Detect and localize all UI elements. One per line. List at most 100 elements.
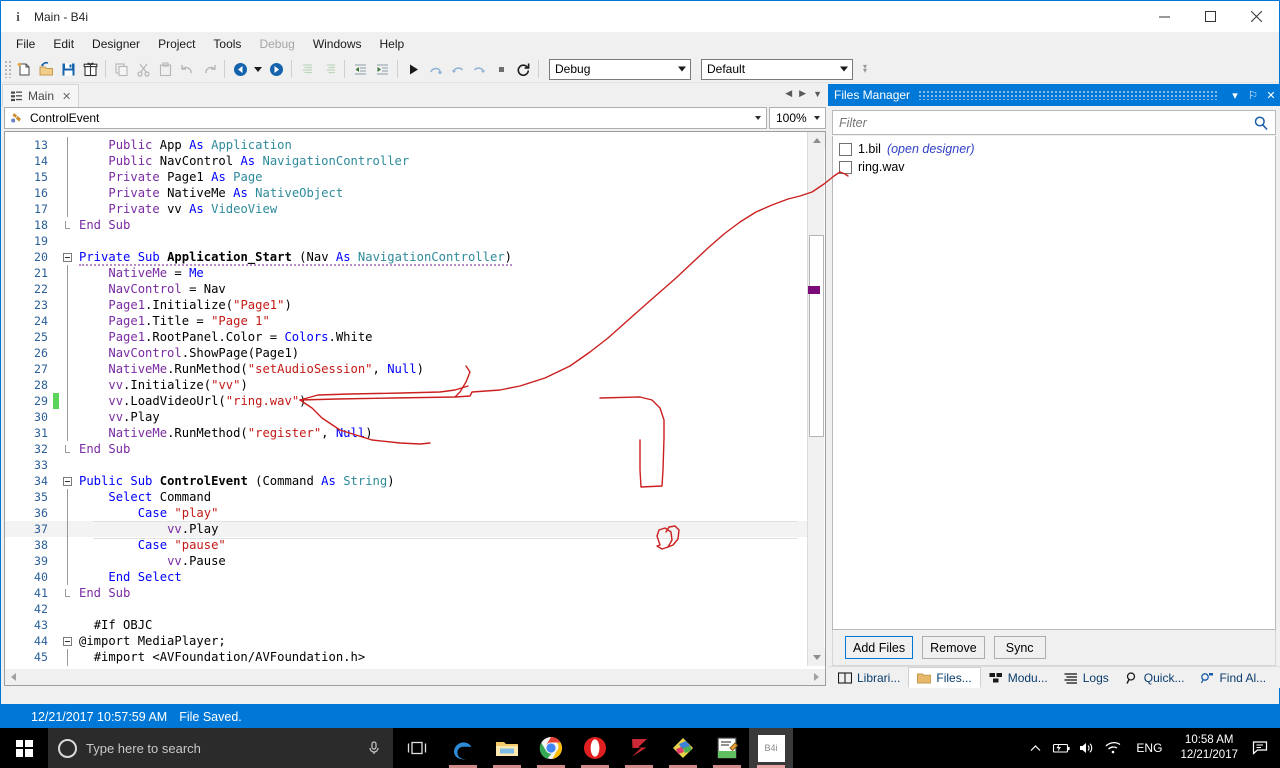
action-center-icon[interactable] bbox=[1246, 728, 1276, 768]
sync-button[interactable]: Sync bbox=[994, 636, 1046, 659]
new-file-icon[interactable] bbox=[13, 58, 35, 80]
clock[interactable]: 10:58 AM 12/21/2017 bbox=[1172, 733, 1246, 763]
zoom-select[interactable]: 100% bbox=[769, 107, 826, 129]
panel-drag-handle[interactable] bbox=[918, 90, 1218, 100]
code-line[interactable]: 19 bbox=[5, 233, 807, 249]
tab-main[interactable]: Main ✕ bbox=[2, 84, 79, 107]
code-line[interactable]: 20Private Sub Application_Start (Nav As … bbox=[5, 249, 807, 265]
code-line[interactable]: 14 Public NavControl As NavigationContro… bbox=[5, 153, 807, 169]
code-editor[interactable]: 13 Public App As Application14 Public Na… bbox=[4, 131, 826, 684]
search-icon[interactable] bbox=[1253, 115, 1269, 131]
menu-designer[interactable]: Designer bbox=[83, 34, 149, 54]
open-designer-link[interactable]: (open designer) bbox=[887, 142, 975, 156]
dock-tab-find-all[interactable]: Find Al... bbox=[1192, 667, 1274, 688]
toolbar-overflow-button[interactable]: ▾▾ bbox=[863, 65, 867, 73]
code-line[interactable]: 46 #import <AudioToolbox/AudioToolbox.h> bbox=[5, 665, 807, 666]
code-line[interactable]: 21 NativeMe = Me bbox=[5, 265, 807, 281]
pin-icon[interactable]: ⚐ bbox=[1244, 84, 1262, 106]
scroll-right-button[interactable] bbox=[808, 670, 825, 685]
code-line[interactable]: 28 vv.Initialize("vv") bbox=[5, 377, 807, 393]
file-list-item[interactable]: 1.bil(open designer) bbox=[833, 140, 1275, 158]
volume-icon[interactable] bbox=[1074, 728, 1100, 768]
tab-list-button[interactable]: ▼ bbox=[813, 89, 822, 99]
b4i-icon[interactable]: B4i bbox=[749, 728, 793, 768]
code-line[interactable]: 26 NavControl.ShowPage(Page1) bbox=[5, 345, 807, 361]
menu-project[interactable]: Project bbox=[149, 34, 204, 54]
code-line[interactable]: 41End Sub bbox=[5, 585, 807, 601]
zotero-icon[interactable] bbox=[617, 728, 661, 768]
open-folder-icon[interactable] bbox=[35, 58, 57, 80]
menu-file[interactable]: File bbox=[7, 34, 44, 54]
panel-close-button[interactable]: ✕ bbox=[1262, 84, 1280, 106]
opera-icon[interactable] bbox=[573, 728, 617, 768]
code-line[interactable]: 24 Page1.Title = "Page 1" bbox=[5, 313, 807, 329]
restart-icon[interactable] bbox=[512, 58, 534, 80]
code-line[interactable]: 30 vv.Play bbox=[5, 409, 807, 425]
toolbar-grip[interactable] bbox=[4, 60, 11, 78]
filter-input[interactable]: Filter bbox=[832, 110, 1276, 135]
file-checkbox[interactable] bbox=[839, 161, 852, 174]
battery-charging-icon[interactable] bbox=[1048, 728, 1074, 768]
close-button[interactable] bbox=[1233, 1, 1279, 32]
member-select[interactable]: ControlEvent bbox=[4, 107, 767, 129]
code-line[interactable]: 18End Sub bbox=[5, 217, 807, 233]
code-line[interactable]: 22 NavControl = Nav bbox=[5, 281, 807, 297]
file-list[interactable]: 1.bil(open designer)ring.wav bbox=[832, 136, 1276, 630]
dock-tab-files[interactable]: Files... bbox=[908, 667, 980, 688]
code-line[interactable]: 39 vv.Pause bbox=[5, 553, 807, 569]
dock-tab-logs[interactable]: Logs bbox=[1056, 667, 1117, 688]
microphone-icon[interactable] bbox=[365, 739, 383, 757]
scroll-down-button[interactable] bbox=[808, 649, 825, 666]
notepad-editor-icon[interactable] bbox=[705, 728, 749, 768]
diamond-app-icon[interactable] bbox=[661, 728, 705, 768]
code-line[interactable]: 15 Private Page1 As Page bbox=[5, 169, 807, 185]
task-view-icon[interactable] bbox=[393, 728, 441, 768]
code-line[interactable]: 31 NativeMe.RunMethod("register", Null) bbox=[5, 425, 807, 441]
start-button[interactable] bbox=[0, 728, 48, 768]
code-vertical-scrollbar[interactable] bbox=[807, 132, 824, 666]
package-select[interactable]: Default bbox=[701, 59, 853, 80]
code-horizontal-scrollbar[interactable] bbox=[4, 669, 826, 686]
save-icon[interactable] bbox=[57, 58, 79, 80]
code-line[interactable]: 13 Public App As Application bbox=[5, 137, 807, 153]
panel-menu-button[interactable]: ▾ bbox=[1226, 84, 1244, 106]
taskbar-search[interactable]: Type here to search bbox=[48, 728, 393, 768]
language-indicator[interactable]: ENG bbox=[1126, 741, 1172, 755]
code-line[interactable]: 45 #import <AVFoundation/AVFoundation.h> bbox=[5, 649, 807, 665]
code-line[interactable]: 25 Page1.RootPanel.Color = Colors.White bbox=[5, 329, 807, 345]
show-hidden-icons[interactable] bbox=[1022, 728, 1048, 768]
build-configuration-select[interactable]: Debug bbox=[549, 59, 691, 80]
fold-toggle-icon[interactable] bbox=[59, 637, 75, 646]
edge-icon[interactable] bbox=[441, 728, 485, 768]
code-line[interactable]: 17 Private vv As VideoView bbox=[5, 201, 807, 217]
file-explorer-icon[interactable] bbox=[485, 728, 529, 768]
scrollbar-thumb[interactable] bbox=[809, 235, 824, 437]
add-files-button[interactable]: Add Files bbox=[845, 636, 913, 659]
code-line[interactable]: 35 Select Command bbox=[5, 489, 807, 505]
minimize-button[interactable] bbox=[1141, 1, 1187, 32]
remove-button[interactable]: Remove bbox=[922, 636, 985, 659]
code-line[interactable]: 29 vv.LoadVideoUrl("ring.wav") bbox=[5, 393, 807, 409]
code-line[interactable]: 43 #If OBJC bbox=[5, 617, 807, 633]
dock-tab-libraries[interactable]: Librari... bbox=[830, 667, 908, 688]
code-line[interactable]: 27 NativeMe.RunMethod("setAudioSession",… bbox=[5, 361, 807, 377]
package-icon[interactable] bbox=[79, 58, 101, 80]
code-line[interactable]: 37 vv.Play bbox=[5, 521, 807, 537]
file-checkbox[interactable] bbox=[839, 143, 852, 156]
code-line[interactable]: 23 Page1.Initialize("Page1") bbox=[5, 297, 807, 313]
tab-next-button[interactable]: ▶ bbox=[799, 88, 806, 99]
code-line[interactable]: 38 Case "pause" bbox=[5, 537, 807, 553]
code-line[interactable]: 40 End Select bbox=[5, 569, 807, 585]
menu-tools[interactable]: Tools bbox=[204, 34, 250, 54]
dock-tab-quick-search[interactable]: Quick... bbox=[1117, 667, 1193, 688]
run-icon[interactable] bbox=[402, 58, 424, 80]
menu-windows[interactable]: Windows bbox=[304, 34, 371, 54]
menu-edit[interactable]: Edit bbox=[44, 34, 83, 54]
chrome-icon[interactable] bbox=[529, 728, 573, 768]
close-icon[interactable]: ✕ bbox=[62, 90, 71, 103]
dock-tab-modules[interactable]: Modu... bbox=[981, 667, 1056, 688]
scroll-left-button[interactable] bbox=[5, 670, 22, 685]
dropdown-arrow-icon[interactable] bbox=[251, 58, 265, 80]
code-line[interactable]: 42 bbox=[5, 601, 807, 617]
code-line[interactable]: 16 Private NativeMe As NativeObject bbox=[5, 185, 807, 201]
